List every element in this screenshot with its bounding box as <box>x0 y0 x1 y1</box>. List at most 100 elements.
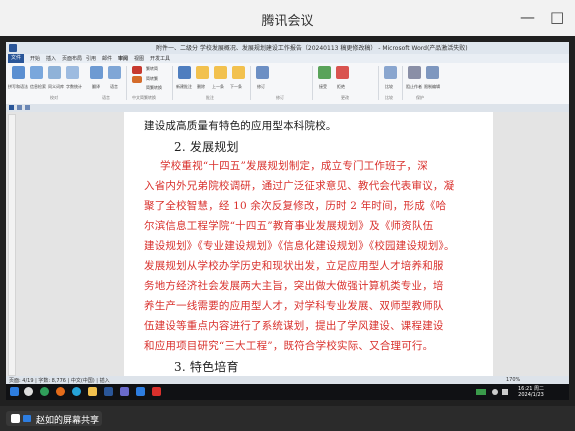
ribbon-separator <box>312 66 313 100</box>
doc-line: 学校重视“十四五”发展规划制定，成立专门工作班子，深 <box>160 160 428 172</box>
word-count-icon[interactable] <box>66 66 79 79</box>
zoom-level[interactable]: 170% <box>506 377 520 383</box>
undo-icon[interactable] <box>17 105 22 110</box>
meeting-taskbar-icon[interactable] <box>136 387 145 396</box>
ribbon-separator <box>402 66 403 100</box>
compare-icon[interactable] <box>384 66 397 79</box>
delete-comment-icon[interactable] <box>196 66 209 79</box>
doc-heading: 3. 特色培育 <box>174 360 239 374</box>
share-screen-icon <box>11 414 20 423</box>
ribbon-label: 拒绝 <box>337 84 345 89</box>
maximize-button[interactable]: □ <box>550 8 564 26</box>
ribbon-label: 比较 <box>385 84 393 89</box>
new-comment-icon[interactable] <box>178 66 191 79</box>
doc-line: 建设规划》《专业建设规划》《信息化建设规划》《校园建设规划》。 <box>144 240 455 252</box>
ribbon-group-label: 修订 <box>276 95 284 100</box>
tab-mailings[interactable]: 邮件 <box>102 55 112 62</box>
ribbon-tabs: 文件 开始 插入 页面布局 引用 邮件 审阅 视图 开发工具 <box>6 54 569 63</box>
tab-home[interactable]: 开始 <box>30 55 40 62</box>
app-icon[interactable] <box>56 387 65 396</box>
ribbon-separator <box>250 66 251 100</box>
system-clock[interactable]: 16:21 周二 2024/1/23 <box>518 386 544 398</box>
app-icon[interactable] <box>152 387 161 396</box>
word-title-bar: 附件一、二级分 学校发展概况、发展规划建设工作报告（20240113 稿更修改稿… <box>6 42 569 54</box>
ribbon-group-label: 保护 <box>416 95 424 100</box>
accept-icon[interactable] <box>318 66 331 79</box>
network-icon[interactable] <box>492 389 498 395</box>
language-icon[interactable] <box>108 66 121 79</box>
simp-trad-icon[interactable] <box>132 76 142 83</box>
volume-icon[interactable] <box>502 389 508 395</box>
doc-line: 养生产一线需要的应用型人才，对学科专业发展、双师型教师队 <box>144 300 444 312</box>
word-taskbar-icon[interactable] <box>104 387 113 396</box>
tab-file[interactable]: 文件 <box>8 54 24 63</box>
ribbon-group-label: 校对 <box>50 95 58 100</box>
ribbon-separator <box>172 66 173 100</box>
word-app-icon <box>9 44 17 52</box>
ribbon-label: 同义词库 <box>48 84 64 89</box>
ribbon-group-label: 语言 <box>102 95 110 100</box>
word-window: 附件一、二级分 学校发展概况、发展规划建设工作报告（20240113 稿更修改稿… <box>6 42 570 421</box>
ribbon-label: 简转繁 <box>146 76 158 81</box>
word-doc-title: 附件一、二级分 学校发展概况、发展规划建设工作报告（20240113 稿更修改稿… <box>156 45 468 52</box>
clock-date: 2024/1/23 <box>518 392 544 398</box>
meeting-title: 腾讯会议 <box>261 14 314 29</box>
browser-icon[interactable] <box>40 387 49 396</box>
ribbon-label: 接受 <box>319 84 327 89</box>
tab-layout[interactable]: 页面布局 <box>62 55 82 62</box>
research-icon[interactable] <box>30 66 43 79</box>
minimize-button[interactable]: — <box>520 8 535 26</box>
reject-icon[interactable] <box>336 66 349 79</box>
spelling-icon[interactable] <box>12 66 25 79</box>
ribbon-separator <box>126 66 127 100</box>
search-icon[interactable] <box>24 387 33 396</box>
doc-line: 务地方经济社会发展两大主旨，突出做大做强计算机类专业，培 <box>144 280 444 292</box>
ribbon-label: 上一条 <box>212 84 224 89</box>
tab-insert[interactable]: 插入 <box>46 55 56 62</box>
track-changes-icon[interactable] <box>256 66 269 79</box>
ribbon-group-label: 比较 <box>385 95 393 100</box>
doc-line: 伍建设等重点内容进行了系统谋划，提出了学风建设、课程建设 <box>144 320 444 332</box>
save-icon[interactable] <box>9 105 14 110</box>
tab-view[interactable]: 视图 <box>134 55 144 62</box>
ribbon-label: 新建批注 <box>176 84 192 89</box>
ribbon-label: 简繁转换 <box>146 85 162 90</box>
document-page[interactable]: 建设成高质量有特色的应用型本科院校。 2. 发展规划 学校重视“十四五”发展规划… <box>124 112 493 376</box>
windows-taskbar: 16:21 周二 2024/1/23 <box>6 384 569 400</box>
restrict-editing-icon[interactable] <box>426 66 439 79</box>
ribbon-label: 下一条 <box>230 84 242 89</box>
ribbon-label: 删除 <box>197 84 205 89</box>
doc-line: 建设成高质量有特色的应用型本科院校。 <box>144 120 337 132</box>
translate-icon[interactable] <box>90 66 103 79</box>
vertical-ruler <box>8 114 16 376</box>
tab-references[interactable]: 引用 <box>86 55 96 62</box>
thesaurus-icon[interactable] <box>48 66 61 79</box>
document-area: 建设成高质量有特色的应用型本科院校。 2. 发展规划 学校重视“十四五”发展规划… <box>6 112 570 421</box>
battery-icon <box>476 389 486 395</box>
app-icon[interactable] <box>120 387 129 396</box>
redo-icon[interactable] <box>25 105 30 110</box>
ribbon-label: 限制编辑 <box>424 84 440 89</box>
block-authors-icon[interactable] <box>408 66 421 79</box>
tab-review[interactable]: 审阅 <box>118 55 128 62</box>
trad-simp-icon[interactable] <box>132 66 142 74</box>
next-comment-icon[interactable] <box>232 66 245 79</box>
folder-icon[interactable] <box>88 387 97 396</box>
ribbon-label: 繁转简 <box>146 66 158 71</box>
prev-comment-icon[interactable] <box>214 66 227 79</box>
camera-icon <box>23 415 31 422</box>
share-status[interactable]: 赵如的屏幕共享 <box>6 411 102 426</box>
quick-access-toolbar <box>6 104 569 112</box>
tab-developer[interactable]: 开发工具 <box>150 55 170 62</box>
word-status-bar: 页面: 4/19 | 字数: 8,776 | 中文(中国) | 插入 170% <box>6 376 569 384</box>
ribbon-label: 语言 <box>110 84 118 89</box>
edge-icon[interactable] <box>72 387 81 396</box>
ribbon-group-label: 批注 <box>206 95 214 100</box>
ribbon-label: 翻译 <box>92 84 100 89</box>
start-icon[interactable] <box>10 387 19 396</box>
ribbon-label: 字数统计 <box>66 84 82 89</box>
doc-line: 尔滨信息工程学院“十四五”教育事业发展规划》及《师资队伍 <box>144 220 434 232</box>
ribbon-label: 阻止作者 <box>406 84 422 89</box>
ribbon-review: 拼写和语法 信息检索 同义词库 字数统计 翻译 语言 繁转简 简转繁 简繁转换 … <box>6 63 569 105</box>
meeting-title-bar: 腾讯会议 — □ <box>0 0 575 36</box>
